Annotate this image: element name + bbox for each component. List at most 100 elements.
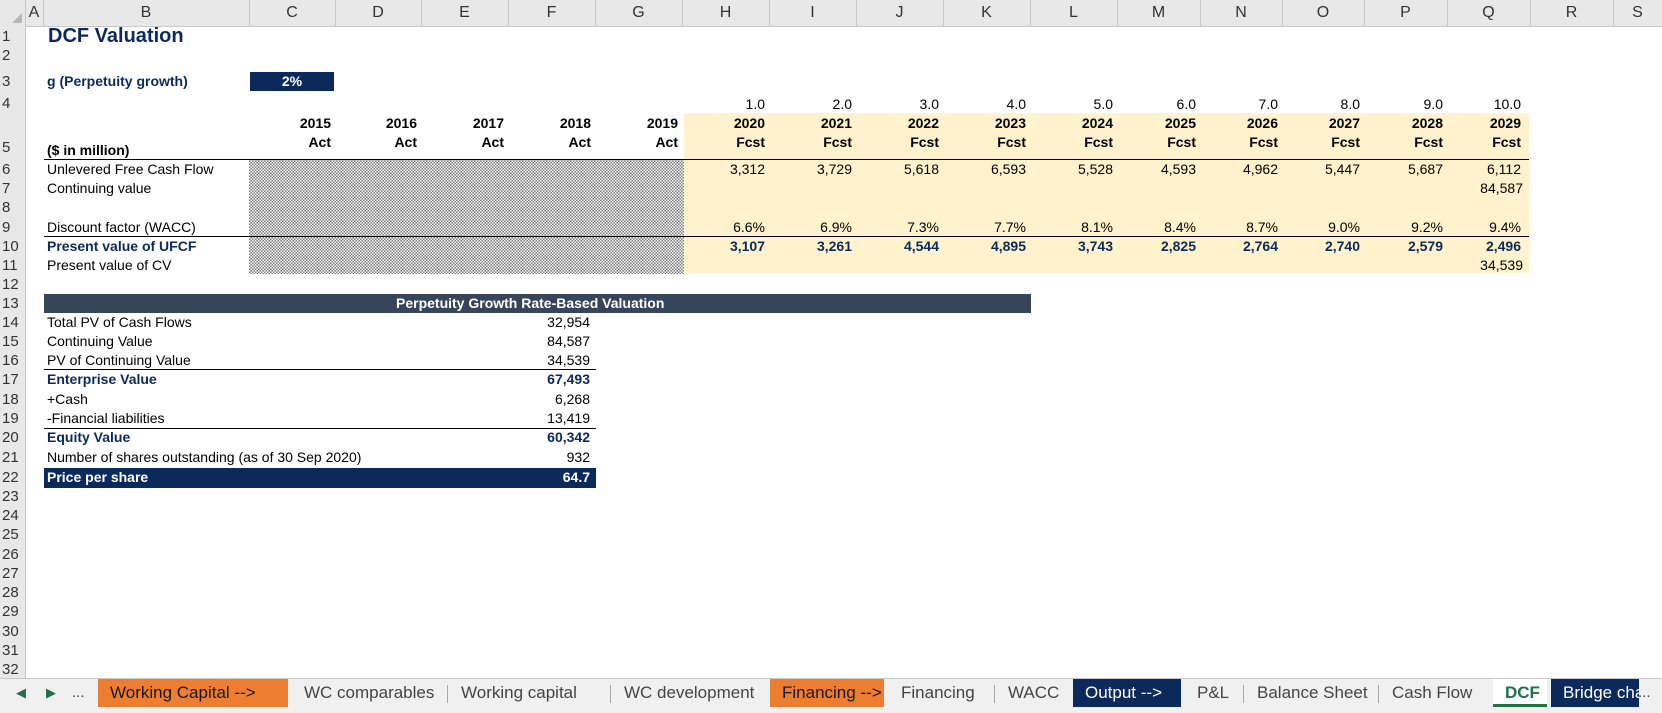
row-header-15[interactable]: 15 — [0, 332, 25, 351]
equity-value-value[interactable]: 60,342 — [500, 428, 590, 446]
column-header-g[interactable]: G — [595, 0, 683, 26]
ufcf-value[interactable]: 5,528 — [1035, 160, 1113, 178]
sheet-tab[interactable]: WC development — [612, 679, 766, 707]
pv-ufcf-value[interactable]: 3,107 — [687, 237, 765, 255]
row-header-14[interactable]: 14 — [0, 313, 25, 332]
year-header-2020[interactable]: 2020 — [687, 114, 765, 132]
row-header-11[interactable]: 11 — [0, 256, 25, 275]
tab-scroll-left-icon[interactable]: ◀ — [16, 679, 26, 707]
tab-scroll-right-icon[interactable]: ▶ — [46, 679, 56, 707]
discount-factor-value[interactable]: 9.2% — [1365, 218, 1443, 236]
row-header-7[interactable]: 7 — [0, 179, 25, 198]
year-header-2017[interactable]: 2017 — [426, 114, 504, 132]
sheet-tab[interactable]: Financing — [889, 679, 990, 707]
row-header-22[interactable]: 22 — [0, 468, 25, 487]
period-header[interactable]: 3.0 — [861, 95, 939, 113]
row-header-9[interactable]: 9 — [0, 218, 25, 237]
ufcf-value[interactable]: 6,112 — [1443, 160, 1521, 178]
select-all-corner[interactable] — [0, 0, 26, 27]
year-header-2024[interactable]: 2024 — [1035, 114, 1113, 132]
row-header-31[interactable]: 31 — [0, 641, 25, 660]
type-header-2025[interactable]: Fcst — [1118, 133, 1196, 151]
row-header-21[interactable]: 21 — [0, 448, 25, 467]
type-header-2029[interactable]: Fcst — [1443, 133, 1521, 151]
row-header-8[interactable]: 8 — [0, 198, 25, 217]
column-header-e[interactable]: E — [421, 0, 509, 26]
year-header-2018[interactable]: 2018 — [513, 114, 591, 132]
sheet-tab[interactable]: Balance Sheet — [1245, 679, 1375, 707]
discount-factor-value[interactable]: 7.7% — [948, 218, 1026, 236]
enterprise-value-value[interactable]: 67,493 — [500, 370, 590, 388]
row-header-20[interactable]: 20 — [0, 428, 25, 447]
year-header-2019[interactable]: 2019 — [600, 114, 678, 132]
type-header-2026[interactable]: Fcst — [1200, 133, 1278, 151]
sheet-tab[interactable]: Working capital — [449, 679, 606, 707]
column-header-h[interactable]: H — [682, 0, 770, 26]
type-header-2023[interactable]: Fcst — [948, 133, 1026, 151]
type-header-2018[interactable]: Act — [513, 133, 591, 151]
row-header-23[interactable]: 23 — [0, 487, 25, 506]
sheet-tab[interactable]: P&L — [1185, 679, 1239, 707]
pv-ufcf-value[interactable]: 2,764 — [1200, 237, 1278, 255]
pv-continuing-value-value[interactable]: 34,539 — [500, 351, 590, 369]
column-header-l[interactable]: L — [1030, 0, 1118, 26]
row-header-30[interactable]: 30 — [0, 622, 25, 641]
period-header[interactable]: 4.0 — [948, 95, 1026, 113]
discount-factor-value[interactable]: 6.6% — [687, 218, 765, 236]
year-header-2029[interactable]: 2029 — [1443, 114, 1521, 132]
row-header-5[interactable]: 5 — [0, 138, 25, 157]
pv-ufcf-value[interactable]: 4,544 — [861, 237, 939, 255]
sheet-tab[interactable]: WACC — [996, 679, 1070, 707]
ufcf-value[interactable]: 3,729 — [774, 160, 852, 178]
pv-cv-value-2029[interactable]: 34,539 — [1440, 256, 1523, 274]
row-header-29[interactable]: 29 — [0, 602, 25, 621]
sheet-tab[interactable]: Output --> — [1073, 679, 1181, 707]
year-header-2027[interactable]: 2027 — [1282, 114, 1360, 132]
ufcf-value[interactable]: 5,618 — [861, 160, 939, 178]
row-header-1[interactable]: 1 — [0, 27, 25, 46]
row-header-12[interactable]: 12 — [0, 275, 25, 294]
discount-factor-value[interactable]: 8.4% — [1118, 218, 1196, 236]
type-header-2027[interactable]: Fcst — [1282, 133, 1360, 151]
tab-more-right[interactable]: ... — [1638, 679, 1651, 707]
row-header-19[interactable]: 19 — [0, 409, 25, 428]
shares-outstanding-value[interactable]: 932 — [500, 448, 590, 466]
row-header-27[interactable]: 27 — [0, 564, 25, 583]
column-header-q[interactable]: Q — [1447, 0, 1531, 26]
period-header[interactable]: 10.0 — [1443, 95, 1521, 113]
row-header-6[interactable]: 6 — [0, 160, 25, 179]
type-header-2017[interactable]: Act — [426, 133, 504, 151]
discount-factor-value[interactable]: 9.4% — [1443, 218, 1521, 236]
column-header-s[interactable]: S — [1613, 0, 1662, 26]
pv-ufcf-value[interactable]: 4,895 — [948, 237, 1026, 255]
financial-liabilities-value[interactable]: 13,419 — [500, 409, 590, 427]
row-header-25[interactable]: 25 — [0, 525, 25, 544]
type-header-2019[interactable]: Act — [600, 133, 678, 151]
pv-ufcf-value[interactable]: 2,579 — [1365, 237, 1443, 255]
g-input-cell[interactable]: 2% — [250, 72, 334, 91]
pv-ufcf-value[interactable]: 3,743 — [1035, 237, 1113, 255]
column-header-i[interactable]: I — [769, 0, 857, 26]
row-header-28[interactable]: 28 — [0, 583, 25, 602]
year-header-2023[interactable]: 2023 — [948, 114, 1026, 132]
ufcf-value[interactable]: 6,593 — [948, 160, 1026, 178]
row-header-32[interactable]: 32 — [0, 660, 25, 679]
year-header-2022[interactable]: 2022 — [861, 114, 939, 132]
year-header-2016[interactable]: 2016 — [339, 114, 417, 132]
discount-factor-value[interactable]: 8.1% — [1035, 218, 1113, 236]
ufcf-value[interactable]: 5,447 — [1282, 160, 1360, 178]
type-header-2024[interactable]: Fcst — [1035, 133, 1113, 151]
row-header-4[interactable]: 4 — [0, 94, 25, 113]
sheet-tab[interactable]: Bridge cha — [1551, 679, 1639, 707]
year-header-2015[interactable]: 2015 — [253, 114, 331, 132]
discount-factor-value[interactable]: 7.3% — [861, 218, 939, 236]
column-header-o[interactable]: O — [1282, 0, 1365, 26]
year-header-2026[interactable]: 2026 — [1200, 114, 1278, 132]
column-header-m[interactable]: M — [1117, 0, 1201, 26]
row-header-2[interactable]: 2 — [0, 46, 25, 65]
cv-value-2029[interactable]: 84,587 — [1440, 179, 1523, 197]
period-header[interactable]: 8.0 — [1282, 95, 1360, 113]
ufcf-value[interactable]: 4,593 — [1118, 160, 1196, 178]
sheet-tab[interactable]: WC comparables — [292, 679, 442, 707]
discount-factor-value[interactable]: 6.9% — [774, 218, 852, 236]
